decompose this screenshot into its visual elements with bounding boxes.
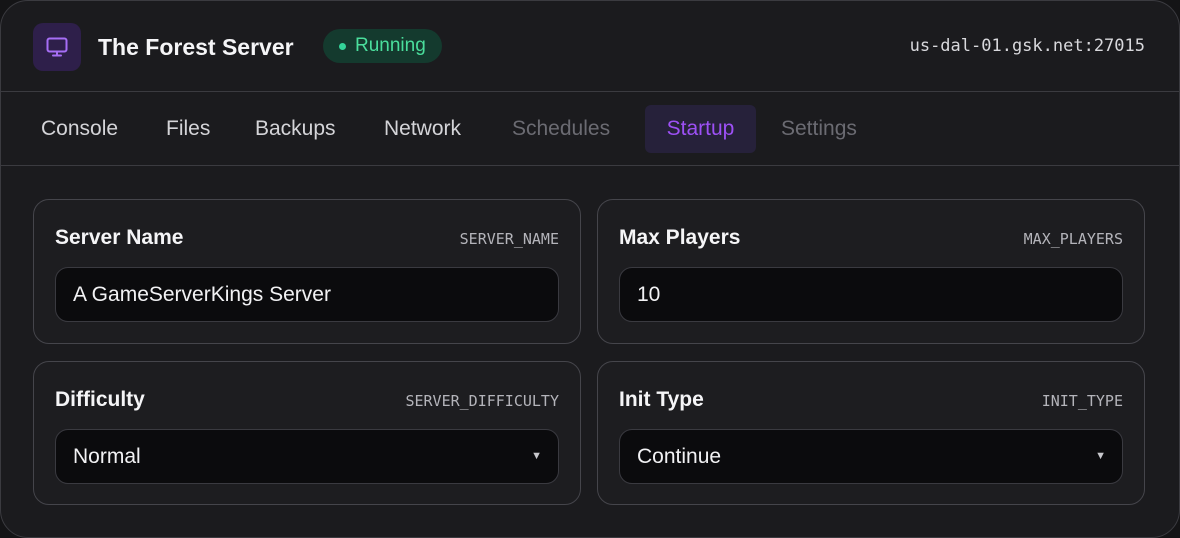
- variable-label: Server Name: [55, 226, 184, 249]
- variable-card-server-name: Server Name SERVER_NAME A GameServerKing…: [33, 199, 581, 344]
- status-text: Running: [355, 35, 426, 56]
- monitor-icon-glyph: [46, 37, 68, 57]
- variable-env-name: SERVER_DIFFICULTY: [405, 392, 559, 410]
- variable-env-name: INIT_TYPE: [1041, 392, 1123, 410]
- variable-card-init-type: Init Type INIT_TYPE Continue ▼: [597, 361, 1145, 505]
- tab-backups[interactable]: Backups: [239, 105, 352, 153]
- difficulty-select[interactable]: Normal ▼: [55, 429, 559, 484]
- server-header: The Forest Server Running us-dal-01.gsk.…: [1, 1, 1179, 92]
- select-value: Continue: [637, 445, 722, 468]
- input-value: 10: [637, 283, 661, 306]
- input-value: A GameServerKings Server: [73, 283, 331, 306]
- select-value: Normal: [73, 445, 141, 468]
- variable-label: Init Type: [619, 388, 704, 411]
- tab-schedules[interactable]: Schedules: [496, 105, 626, 153]
- variable-env-name: SERVER_NAME: [459, 230, 559, 248]
- server-title: The Forest Server: [98, 34, 294, 60]
- server-name-input[interactable]: A GameServerKings Server: [55, 267, 559, 322]
- variable-card-difficulty: Difficulty SERVER_DIFFICULTY Normal ▼: [33, 361, 581, 505]
- tab-files[interactable]: Files: [150, 105, 226, 153]
- tab-settings[interactable]: Settings: [765, 105, 873, 153]
- monitor-icon: [33, 23, 81, 71]
- server-address: us-dal-01.gsk.net:27015: [909, 36, 1145, 56]
- chevron-down-icon: ▼: [1095, 450, 1106, 462]
- max-players-input[interactable]: 10: [619, 267, 1123, 322]
- tab-network[interactable]: Network: [368, 105, 477, 153]
- tab-bar: Console Files Backups Network Schedules …: [1, 92, 1179, 166]
- variable-label: Max Players: [619, 226, 741, 249]
- variable-label: Difficulty: [55, 388, 145, 411]
- server-panel: The Forest Server Running us-dal-01.gsk.…: [0, 0, 1180, 538]
- init-type-select[interactable]: Continue ▼: [619, 429, 1123, 484]
- status-badge: Running: [323, 29, 442, 63]
- variable-card-max-players: Max Players MAX_PLAYERS 10: [597, 199, 1145, 344]
- chevron-down-icon: ▼: [531, 450, 542, 462]
- tab-startup[interactable]: Startup: [645, 105, 756, 153]
- status-dot-icon: [339, 42, 346, 50]
- variable-env-name: MAX_PLAYERS: [1023, 230, 1123, 248]
- tab-console[interactable]: Console: [25, 105, 134, 153]
